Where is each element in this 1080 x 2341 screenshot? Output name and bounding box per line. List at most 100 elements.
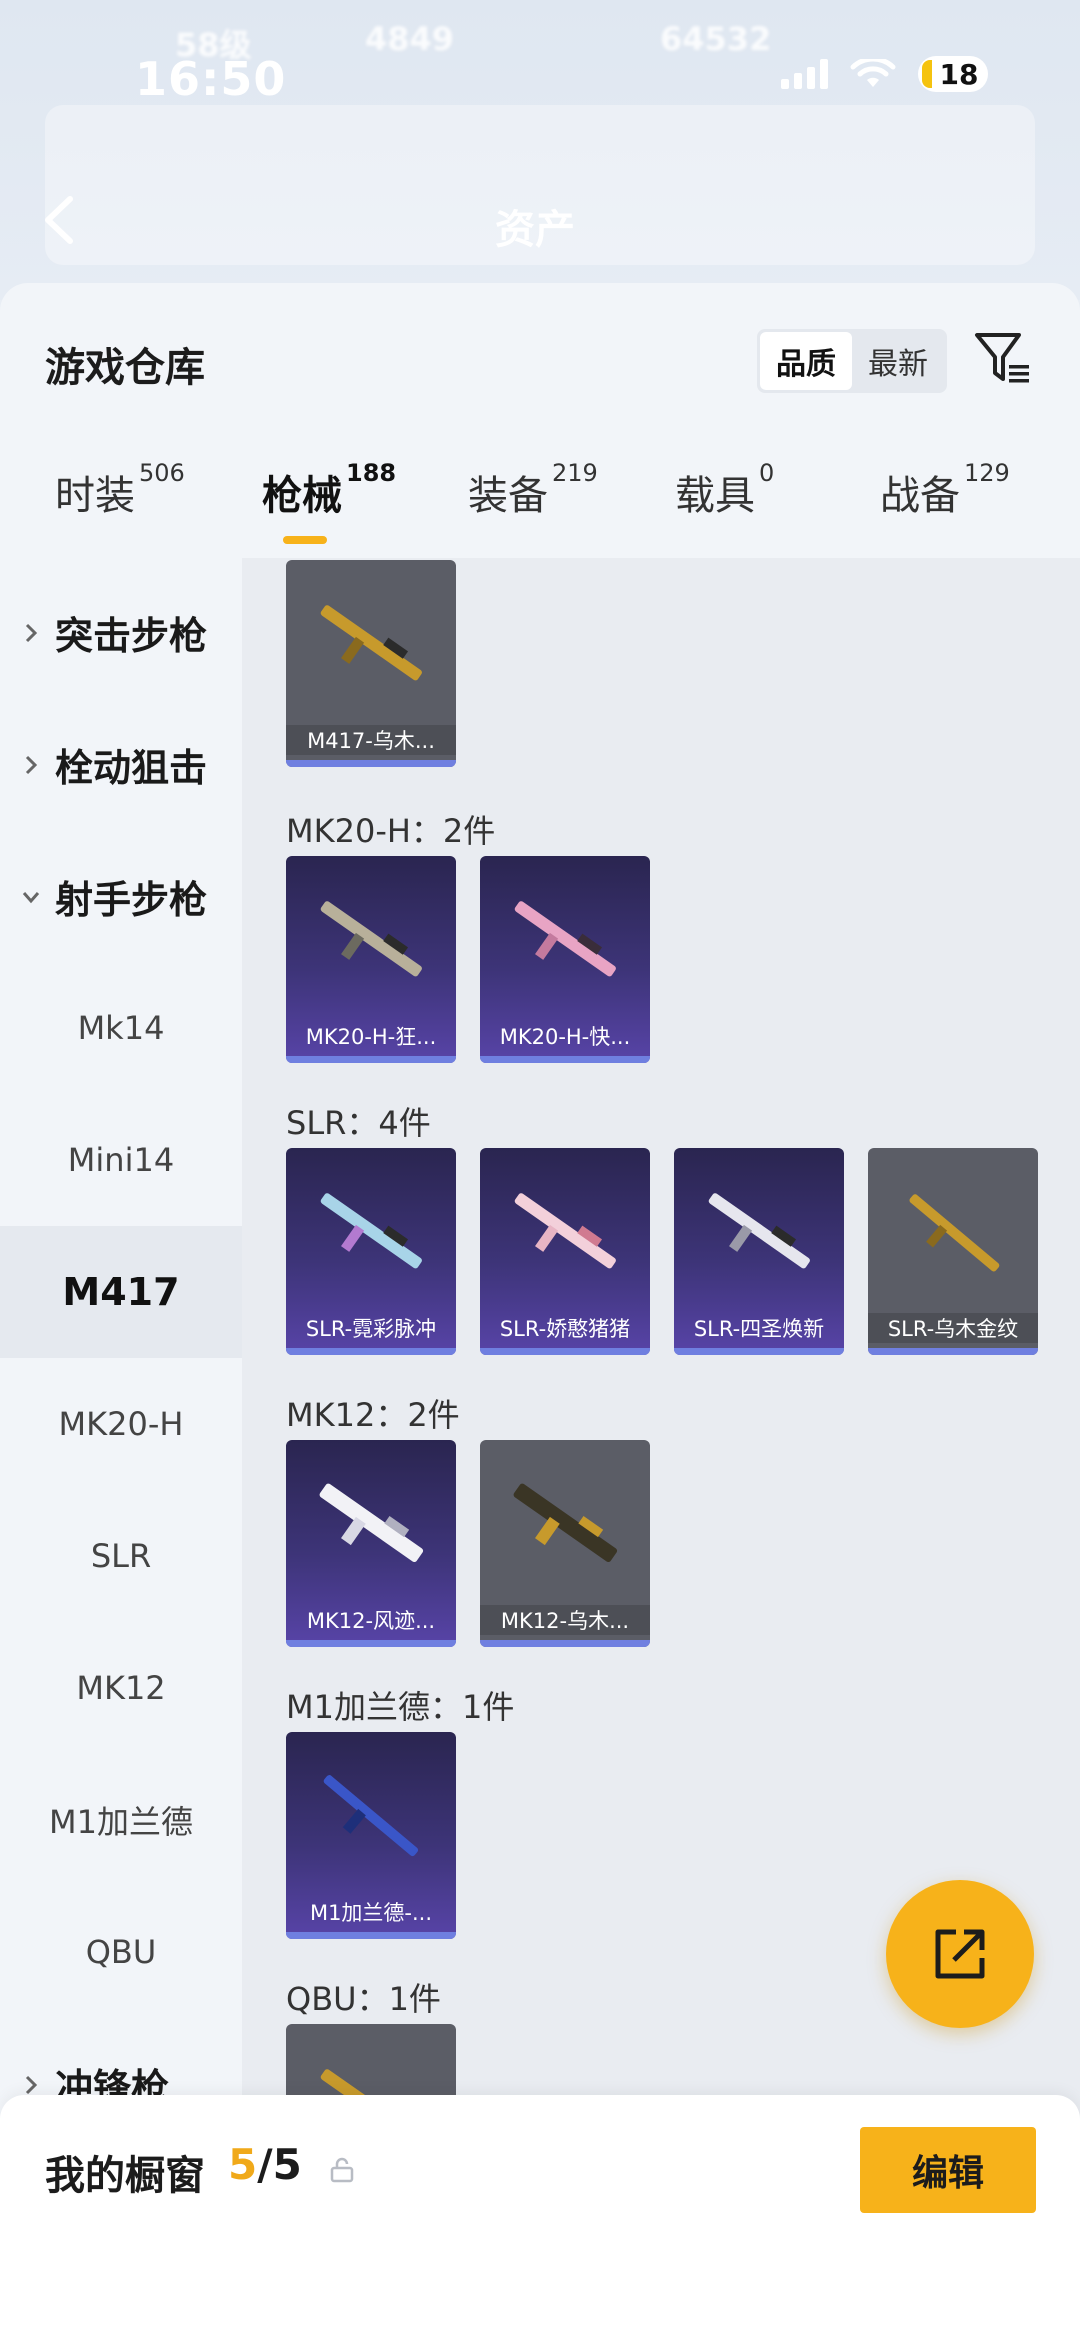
- tab-label: 枪械: [262, 473, 342, 519]
- signal-icon: [781, 59, 828, 89]
- external-link-icon: [935, 1929, 985, 1979]
- skin-card[interactable]: SLR-乌木金纹: [868, 1148, 1038, 1355]
- chevron-down-icon: [22, 892, 40, 904]
- skin-name: MK12-乌木...: [480, 1605, 650, 1635]
- rifle-icon: [514, 901, 616, 977]
- group-label-m1-garand: M1加兰德：1件: [286, 1688, 515, 1726]
- share-fab-button[interactable]: [886, 1880, 1034, 2028]
- skin-card[interactable]: MK12-风迹...: [286, 1440, 456, 1647]
- tab-count: 129: [964, 459, 1010, 487]
- battery-indicator: 18: [918, 56, 988, 92]
- rarity-bar: [286, 760, 456, 767]
- sidebar-label: 突击步枪: [55, 613, 208, 658]
- status-icons: 18: [781, 56, 988, 92]
- sidebar-item-slr[interactable]: SLR: [0, 1490, 242, 1622]
- chevron-right-icon: [25, 2075, 38, 2095]
- showcase-label: 我的橱窗: [45, 2153, 205, 2199]
- tab-count: 219: [552, 459, 598, 487]
- sheet-title: 游戏仓库: [45, 345, 205, 391]
- sidebar-item-mk14[interactable]: Mk14: [0, 962, 242, 1094]
- rarity-bar: [286, 1932, 456, 1939]
- sidebar-label: 射手步枪: [55, 877, 208, 922]
- tab-label: 载具: [675, 473, 755, 519]
- skin-card[interactable]: MK20-H-狂...: [286, 856, 456, 1063]
- tab-equipment[interactable]: 装备 219: [468, 459, 598, 521]
- tab-firearms[interactable]: 枪械 188: [262, 459, 396, 521]
- rarity-bar: [674, 1348, 844, 1355]
- skin-card[interactable]: SLR-娇憨猪猪: [480, 1148, 650, 1355]
- rifle-icon: [320, 1193, 422, 1269]
- skin-name: MK12-风迹...: [306, 1609, 436, 1633]
- assets-title: 资产: [495, 207, 575, 253]
- weapon-grid: M417-乌木... MK20-H：2件 MK20-H-狂... MK20-H-…: [242, 558, 1080, 2341]
- showcase-current: 5: [228, 2140, 258, 2189]
- rarity-bar: [480, 1056, 650, 1063]
- stat-b-text: 64532: [660, 20, 772, 58]
- skin-card[interactable]: MK12-乌木...: [480, 1440, 650, 1647]
- tab-count: 0: [759, 459, 775, 487]
- sidebar-label: 栓动狙击: [55, 745, 208, 790]
- skin-card[interactable]: M1加兰德-...: [286, 1732, 456, 1939]
- skin-name: SLR-娇憨猪猪: [499, 1317, 631, 1341]
- skin-name: MK20-H-狂...: [305, 1025, 437, 1049]
- status-time: 16:50: [135, 52, 287, 106]
- weapon-sidebar: 突击步枪 栓动狙击 射手步枪 Mk14 Mini14 M417 MK20-H S…: [0, 558, 242, 2341]
- rarity-bar: [286, 1640, 456, 1647]
- sidebar-group-marksman-rifles[interactable]: 射手步枪: [0, 830, 242, 962]
- tab-fashion[interactable]: 时装 506: [55, 459, 185, 521]
- showcase-bar: 我的橱窗 5/5 编辑: [0, 2095, 1080, 2341]
- skin-name: M1加兰德-...: [309, 1901, 433, 1925]
- back-arrow-icon[interactable]: [40, 195, 80, 245]
- rarity-bar: [868, 1348, 1038, 1355]
- sidebar-item-m417[interactable]: M417: [0, 1226, 242, 1358]
- skin-name: SLR-四圣焕新: [693, 1317, 825, 1341]
- tab-label: 装备: [468, 473, 548, 519]
- group-label-qbu: QBU：1件: [286, 1980, 441, 2018]
- rifle-icon: [320, 605, 422, 681]
- sidebar-item-qbu[interactable]: QBU: [0, 1886, 242, 2018]
- sidebar-item-mk20h[interactable]: MK20-H: [0, 1358, 242, 1490]
- skin-card[interactable]: SLR-四圣焕新: [674, 1148, 844, 1355]
- sidebar-item-m1-garand[interactable]: M1加兰德: [0, 1754, 242, 1886]
- skin-name: SLR-乌木金纹: [868, 1313, 1038, 1343]
- group-label-slr: SLR：4件: [286, 1104, 431, 1142]
- skin-card[interactable]: MK20-H-快...: [480, 856, 650, 1063]
- rifle-icon: [323, 1775, 419, 1857]
- category-tabs: 时装 506 枪械 188 装备 219 载具 0 战备 129: [0, 459, 1080, 543]
- showcase-total: /5: [257, 2140, 302, 2189]
- sort-latest-button[interactable]: 最新: [852, 332, 944, 390]
- sidebar-group-bolt-snipers[interactable]: 栓动狙击: [0, 698, 242, 830]
- sidebar-item-mk12[interactable]: MK12: [0, 1622, 242, 1754]
- tab-count: 188: [346, 459, 397, 487]
- lock-icon: [330, 2157, 354, 2183]
- skin-card[interactable]: SLR-霓彩脉冲: [286, 1148, 456, 1355]
- sort-toggle: 品质 最新: [757, 329, 947, 393]
- stat-a-text: 4849: [365, 20, 455, 58]
- rarity-bar: [480, 1348, 650, 1355]
- showcase-count: 5/5: [228, 2140, 302, 2189]
- skin-name: SLR-霓彩脉冲: [305, 1317, 437, 1341]
- rifle-icon: [708, 1193, 810, 1269]
- rifle-icon: [514, 1193, 616, 1269]
- rifle-icon: [909, 1194, 1000, 1272]
- sidebar-group-assault-rifles[interactable]: 突击步枪: [0, 566, 242, 698]
- sidebar-item-mini14[interactable]: Mini14: [0, 1094, 242, 1226]
- active-tab-indicator: [283, 536, 327, 544]
- skin-name: MK20-H-快...: [499, 1025, 631, 1049]
- tab-label: 战备: [880, 473, 960, 519]
- rifle-icon: [319, 1483, 424, 1563]
- rarity-bar: [286, 1056, 456, 1063]
- tab-supplies[interactable]: 战备 129: [880, 459, 1010, 521]
- background-header: 58级 4849 64532 16:50 18 资产: [0, 0, 1080, 300]
- filter-icon[interactable]: [973, 329, 1033, 389]
- battery-level: 18: [939, 57, 979, 91]
- tab-label: 时装: [55, 473, 135, 519]
- rifle-icon: [513, 1483, 618, 1563]
- sort-quality-button[interactable]: 品质: [760, 332, 852, 390]
- edit-button[interactable]: 编辑: [860, 2127, 1036, 2213]
- wifi-icon: [850, 59, 896, 87]
- tab-vehicles[interactable]: 载具 0: [675, 459, 774, 521]
- group-label-mk12: MK12：2件: [286, 1396, 460, 1434]
- chevron-right-icon: [25, 755, 38, 775]
- skin-card[interactable]: M417-乌木...: [286, 560, 456, 767]
